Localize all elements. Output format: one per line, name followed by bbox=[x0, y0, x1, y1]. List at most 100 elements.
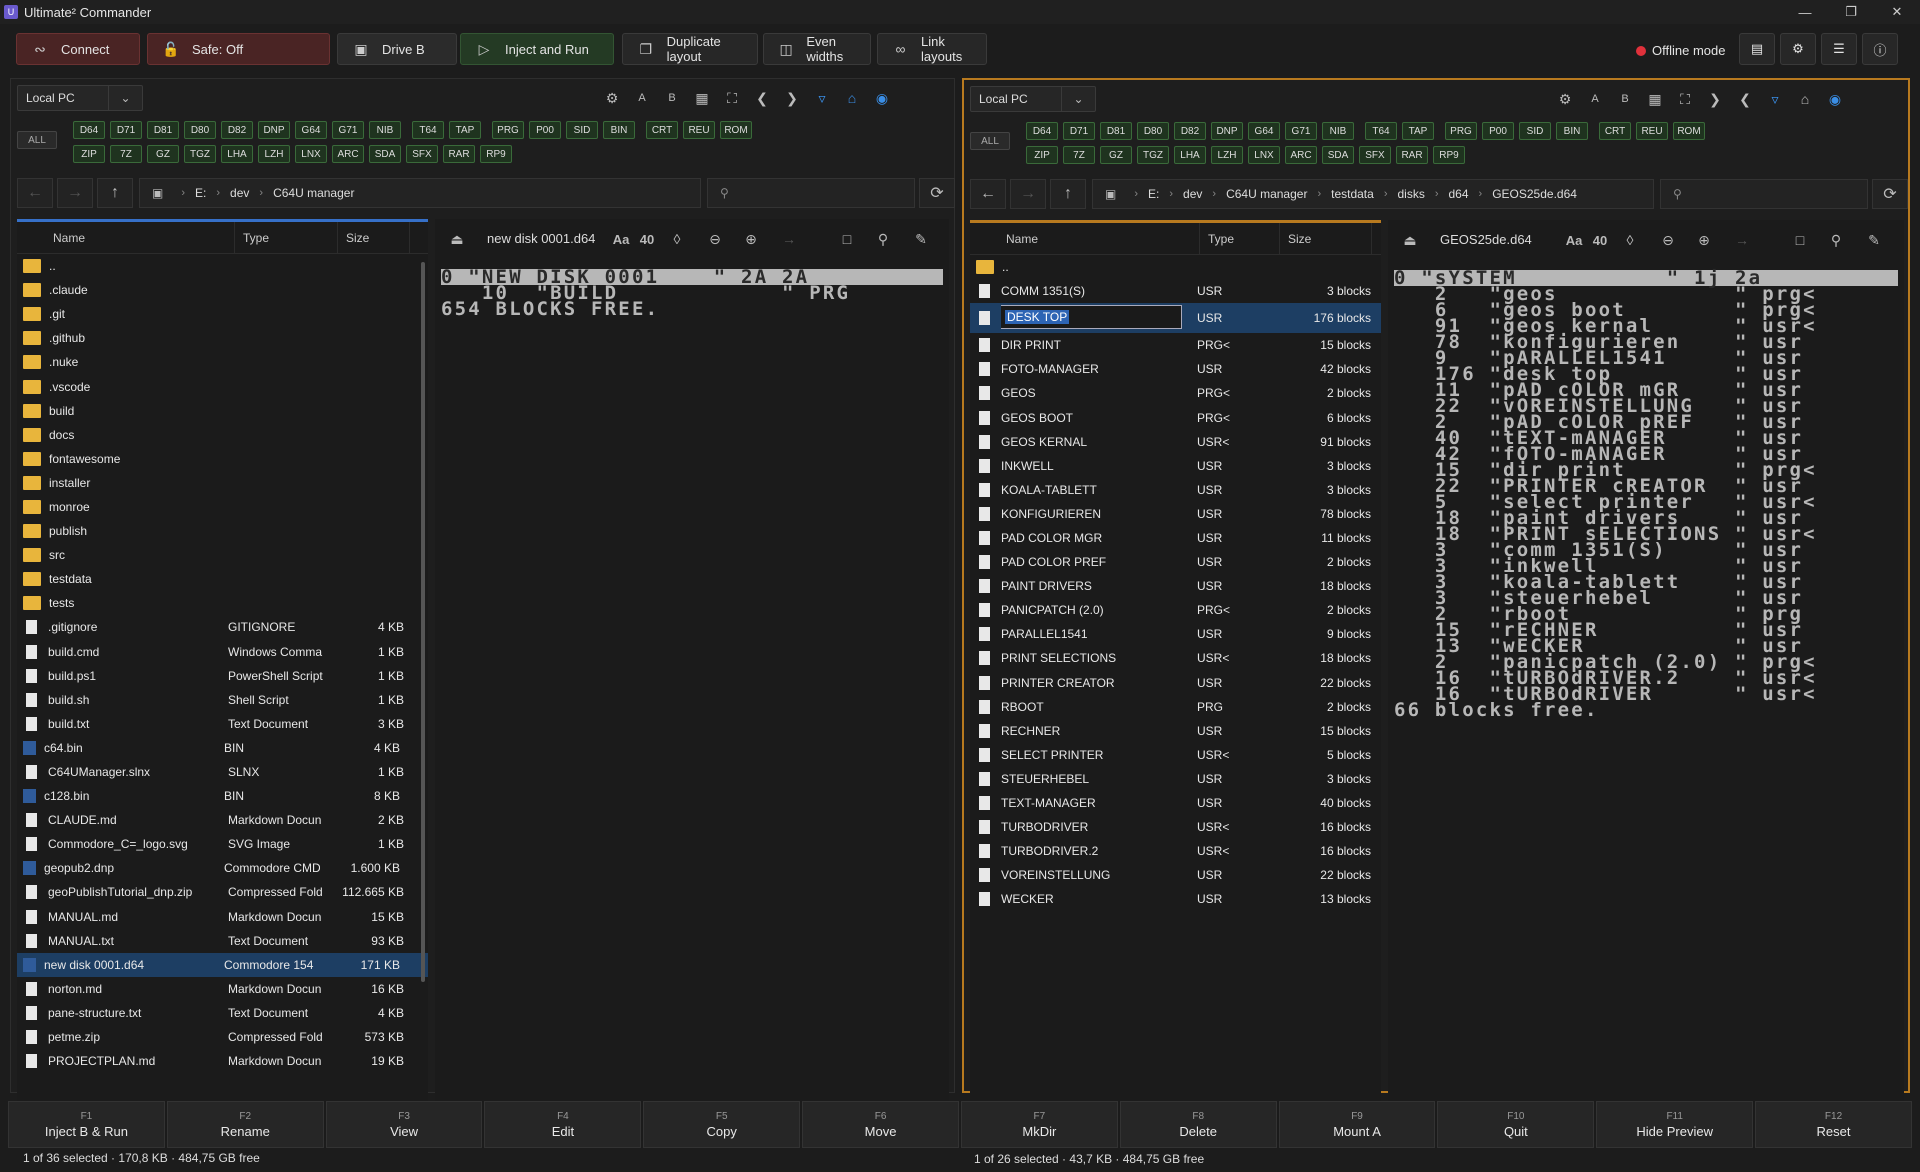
table-row[interactable]: tests bbox=[17, 591, 428, 615]
format-chip-sda[interactable]: SDA bbox=[1322, 146, 1354, 164]
table-row[interactable]: MANUAL.txt Text Document 93 KB bbox=[17, 929, 428, 953]
table-row[interactable]: PAD COLOR MGR USR 11 blocks bbox=[970, 526, 1381, 550]
right-breadcrumb[interactable]: ▣ › E: › dev › C64U manager › testdata › disks › d64… bbox=[1092, 179, 1654, 209]
back-button[interactable]: ← bbox=[970, 179, 1006, 209]
table-row[interactable]: testdata bbox=[17, 567, 428, 591]
left-search-input[interactable]: ⚲ bbox=[707, 178, 915, 208]
right-search-input[interactable]: ⚲ bbox=[1660, 179, 1868, 209]
table-row[interactable]: DIR PRINT PRG< 15 blocks bbox=[970, 333, 1381, 357]
drive-a-icon[interactable]: A bbox=[627, 87, 657, 109]
fkey-f8-button[interactable]: F8 Delete bbox=[1119, 1101, 1277, 1148]
format-chip-tap[interactable]: TAP bbox=[1402, 122, 1434, 140]
format-chip-lha[interactable]: LHA bbox=[221, 145, 253, 163]
format-chip-reu[interactable]: REU bbox=[683, 121, 715, 139]
table-row[interactable]: .. bbox=[970, 255, 1381, 279]
format-chip-prg[interactable]: PRG bbox=[492, 121, 524, 139]
minimize-icon[interactable]: — bbox=[1782, 0, 1828, 24]
left-breadcrumb[interactable]: ▣ › E: › dev › C64U manager bbox=[139, 178, 701, 208]
table-row[interactable]: WECKER USR 13 blocks bbox=[970, 887, 1381, 911]
table-row[interactable]: PAINT DRIVERS USR 18 blocks bbox=[970, 574, 1381, 598]
breadcrumb-segment[interactable]: testdata bbox=[1331, 187, 1374, 201]
chevron-right-icon[interactable]: ❯ bbox=[777, 87, 807, 109]
back-button[interactable]: ← bbox=[17, 178, 53, 208]
zoom-in-icon[interactable]: ⊕ bbox=[739, 228, 763, 250]
home-icon[interactable]: ⌂ bbox=[1790, 88, 1820, 110]
pencil-icon[interactable]: ✎ bbox=[1862, 229, 1886, 251]
format-chip-g71[interactable]: G71 bbox=[1285, 122, 1317, 140]
fullscreen-icon[interactable]: ⛶ bbox=[1670, 88, 1700, 110]
table-row[interactable]: PRINT SELECTIONS USR< 18 blocks bbox=[970, 646, 1381, 670]
format-chip-bin[interactable]: BIN bbox=[603, 121, 635, 139]
table-row[interactable]: COMM 1351(S) USR 3 blocks bbox=[970, 279, 1381, 303]
format-chip-sfx[interactable]: SFX bbox=[1359, 146, 1391, 164]
fkey-f7-button[interactable]: F7 MkDir bbox=[960, 1101, 1118, 1148]
table-row[interactable]: PARALLEL1541 USR 9 blocks bbox=[970, 622, 1381, 646]
table-row[interactable]: c128.bin BIN 8 KB bbox=[17, 784, 428, 808]
table-row[interactable]: src bbox=[17, 543, 428, 567]
format-chip-t64[interactable]: T64 bbox=[412, 121, 444, 139]
table-row[interactable]: INKWELL USR 3 blocks bbox=[970, 454, 1381, 478]
table-row[interactable]: PAD COLOR PREF USR 2 blocks bbox=[970, 550, 1381, 574]
breadcrumb-segment[interactable]: E: bbox=[195, 186, 206, 200]
table-row[interactable]: MANUAL.md Markdown Docun 15 KB bbox=[17, 905, 428, 929]
type-column-header[interactable]: Type bbox=[1200, 222, 1280, 255]
filter-icon[interactable]: ▿ bbox=[807, 87, 837, 109]
fkey-f10-button[interactable]: F10 Quit bbox=[1437, 1101, 1595, 1148]
drive-button[interactable]: ▣ Drive B bbox=[337, 33, 457, 65]
inject-run-button[interactable]: ▷ Inject and Run bbox=[460, 33, 614, 65]
chevron-left-icon[interactable]: ❮ bbox=[1730, 88, 1760, 110]
table-row[interactable]: PANICPATCH (2.0) PRG< 2 blocks bbox=[970, 598, 1381, 622]
table-row[interactable]: SELECT PRINTER USR< 5 blocks bbox=[970, 743, 1381, 767]
breadcrumb-segment[interactable]: disks bbox=[1397, 187, 1424, 201]
format-chip-lzh[interactable]: LZH bbox=[258, 145, 290, 163]
duplicate-layout-button[interactable]: ❐ Duplicate layout bbox=[622, 33, 758, 65]
columns-toggle-button[interactable]: 40 bbox=[635, 228, 659, 250]
eject-icon[interactable]: ⏏ bbox=[1398, 229, 1422, 251]
table-row[interactable]: geoPublishTutorial_dnp.zip Compressed Fol… bbox=[17, 880, 428, 904]
table-row[interactable]: norton.md Markdown Docun 16 KB bbox=[17, 977, 428, 1001]
table-row[interactable]: TURBODRIVER.2 USR< 16 blocks bbox=[970, 839, 1381, 863]
breadcrumb-segment[interactable]: C64U manager bbox=[1226, 187, 1307, 201]
table-row[interactable]: FOTO-MANAGER USR 42 blocks bbox=[970, 357, 1381, 381]
format-chip-d64[interactable]: D64 bbox=[73, 121, 105, 139]
info-button[interactable]: ⓘ bbox=[1862, 33, 1898, 65]
fkey-f2-button[interactable]: F2 Rename bbox=[166, 1101, 324, 1148]
format-chip-tgz[interactable]: TGZ bbox=[1137, 146, 1169, 164]
format-chip-g64[interactable]: G64 bbox=[295, 121, 327, 139]
breadcrumb-segment[interactable]: dev bbox=[230, 186, 249, 200]
all-formats-button[interactable]: ALL bbox=[970, 132, 1010, 150]
breadcrumb-segment[interactable]: d64 bbox=[1449, 187, 1469, 201]
fullscreen-icon[interactable]: ⛶ bbox=[717, 87, 747, 109]
format-chip-d81[interactable]: D81 bbox=[147, 121, 179, 139]
forward-button[interactable]: → bbox=[1010, 179, 1046, 209]
font-toggle-button[interactable]: Aa bbox=[609, 228, 633, 250]
table-row[interactable]: C64UManager.slnx SLNX 1 KB bbox=[17, 760, 428, 784]
pin-icon[interactable]: ⚲ bbox=[871, 228, 895, 250]
table-row[interactable]: TEXT-MANAGER USR 40 blocks bbox=[970, 791, 1381, 815]
table-row[interactable]: RBOOT PRG 2 blocks bbox=[970, 695, 1381, 719]
format-chip-sid[interactable]: SID bbox=[566, 121, 598, 139]
format-chip-d82[interactable]: D82 bbox=[221, 121, 253, 139]
table-row[interactable]: STEUERHEBEL USR 3 blocks bbox=[970, 767, 1381, 791]
format-chip-zip[interactable]: ZIP bbox=[1026, 146, 1058, 164]
pencil-icon[interactable]: ✎ bbox=[909, 228, 933, 250]
table-row[interactable]: petme.zip Compressed Fold 573 KB bbox=[17, 1025, 428, 1049]
chart-button[interactable]: ▤ bbox=[1739, 33, 1775, 65]
eject-icon[interactable]: ⏏ bbox=[445, 228, 469, 250]
format-chip-g71[interactable]: G71 bbox=[332, 121, 364, 139]
table-row[interactable]: PROJECTPLAN.md Markdown Docun 19 KB bbox=[17, 1049, 428, 1073]
format-chip-p00[interactable]: P00 bbox=[529, 121, 561, 139]
eye-icon[interactable]: ◉ bbox=[1820, 88, 1850, 110]
fkey-f11-button[interactable]: F11 Hide Preview bbox=[1596, 1101, 1754, 1148]
breadcrumb-segment[interactable]: GEOS25de.d64 bbox=[1492, 187, 1577, 201]
arrow-right-icon[interactable]: → bbox=[1730, 229, 1754, 251]
format-chip-rp9[interactable]: RP9 bbox=[480, 145, 512, 163]
table-row[interactable]: new disk 0001.d64 Commodore 154 171 KB bbox=[17, 952, 428, 977]
format-chip-lnx[interactable]: LNX bbox=[295, 145, 327, 163]
size-column-header[interactable]: Size bbox=[1280, 222, 1372, 255]
drive-b-icon[interactable]: B bbox=[657, 87, 687, 109]
table-row[interactable]: CLAUDE.md Markdown Docun 2 KB bbox=[17, 808, 428, 832]
size-column-header[interactable]: Size bbox=[338, 221, 410, 254]
table-row[interactable]: GEOS KERNAL USR< 91 blocks bbox=[970, 430, 1381, 454]
font-toggle-button[interactable]: Aa bbox=[1562, 229, 1586, 251]
